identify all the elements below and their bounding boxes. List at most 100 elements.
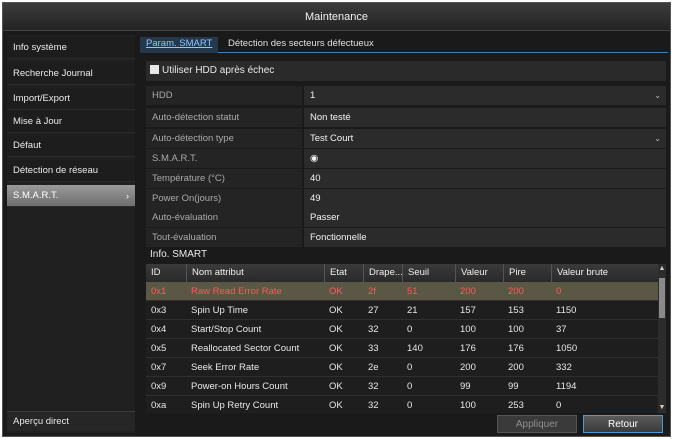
field-smart: S.M.A.R.T. ◉ xyxy=(146,149,666,168)
table-cell: 0x4 xyxy=(151,324,167,335)
table-row[interactable]: 0x9 Power-on Hours Count OK 32 0 99 99 1194 xyxy=(146,377,658,396)
table-cell: 27 xyxy=(368,305,379,316)
use-hdd-after-failure-label: Utiliser HDD après échec xyxy=(162,65,275,76)
sidebar-item-info-systeme[interactable]: Info système xyxy=(7,37,135,59)
column-header[interactable]: Etat xyxy=(324,264,363,282)
sidebar-item-import-export[interactable]: Import/Export xyxy=(7,88,135,110)
table-cell: 0x3 xyxy=(151,305,167,316)
table-cell: OK xyxy=(329,324,343,335)
column-header[interactable]: Pire xyxy=(503,264,551,282)
column-header[interactable]: Seuil xyxy=(402,264,455,282)
column-header[interactable]: Nom attribut xyxy=(186,264,324,282)
table-cell: 0x9 xyxy=(151,381,167,392)
table-cell: 0xa xyxy=(151,400,167,411)
table-cell: 176 xyxy=(508,343,524,354)
table-cell: 176 xyxy=(460,343,476,354)
sidebar-item-label: S.M.A.R.T. xyxy=(13,190,59,201)
table-cell: 99 xyxy=(460,381,471,392)
table-cell: 1050 xyxy=(556,343,578,354)
table-cell: 99 xyxy=(508,381,519,392)
table-row[interactable]: 0x5 Reallocated Sector Count OK 33 140 176 176… xyxy=(146,339,658,358)
table-row[interactable]: 0x1 Raw Read Error Rate OK 2f 51 200 200 0 xyxy=(146,282,658,301)
hdd-select[interactable]: 1 ⌄ xyxy=(304,86,666,105)
table-cell: 100 xyxy=(508,324,524,335)
chevron-right-icon: › xyxy=(126,191,129,201)
sidebar-item-smart[interactable]: S.M.A.R.T. › xyxy=(7,185,135,207)
table-cell: 200 xyxy=(460,286,476,297)
field-hdd: HDD 1 ⌄ xyxy=(146,86,666,105)
field-self-test-type: Auto-détection type Test Court ⌄ xyxy=(146,129,666,148)
table-header: ID Nom attribut Etat Drape... Seuil Vale… xyxy=(146,264,658,282)
table-row[interactable]: 0x4 Start/Stop Count OK 32 0 100 100 37 xyxy=(146,320,658,339)
table-row[interactable]: 0x3 Spin Up Time OK 27 21 157 153 1150 xyxy=(146,301,658,320)
table-cell: Power-on Hours Count xyxy=(191,381,288,392)
sidebar-item-label: Défaut xyxy=(13,140,41,151)
field-value: Test Court xyxy=(310,133,354,144)
table-cell: Seek Error Rate xyxy=(191,362,260,373)
use-hdd-after-failure-checkbox[interactable] xyxy=(150,65,159,74)
tab-bar: Param. SMART Détection des secteurs défe… xyxy=(140,35,668,53)
field-value: 40 xyxy=(304,169,666,188)
column-header[interactable]: Drape... xyxy=(363,264,402,282)
field-label: Auto-évaluation xyxy=(146,208,302,227)
table-cell: 2f xyxy=(368,286,376,297)
table-cell: 100 xyxy=(460,400,476,411)
maintenance-window: Maintenance Info système Recherche Journ… xyxy=(2,2,671,437)
sidebar-item-detection-reseau[interactable]: Détection de réseau xyxy=(7,160,135,182)
gear-icon: ◉ xyxy=(310,153,319,164)
back-button[interactable]: Retour xyxy=(583,415,663,433)
sidebar: Info système Recherche Journal Import/Ex… xyxy=(7,35,135,433)
table-scrollbar[interactable]: ▲ ▼ xyxy=(658,264,666,413)
self-test-type-select[interactable]: Test Court ⌄ xyxy=(304,129,666,148)
field-temperature: Température (°C) 40 xyxy=(146,169,666,188)
sidebar-item-defaut[interactable]: Défaut xyxy=(7,135,135,157)
table-row[interactable]: 0x7 Seek Error Rate OK 2e 0 200 200 332 xyxy=(146,358,658,377)
table-cell: 0 xyxy=(556,400,562,411)
table-cell: 200 xyxy=(508,362,524,373)
scroll-down-icon[interactable]: ▼ xyxy=(658,403,666,413)
field-label: Power On(jours) xyxy=(146,189,302,208)
smart-test-button[interactable]: ◉ xyxy=(304,149,666,168)
tab-smart-settings[interactable]: Param. SMART xyxy=(140,37,219,53)
scrollbar-thumb[interactable] xyxy=(659,278,665,318)
sidebar-item-label: Recherche Journal xyxy=(13,68,93,79)
table-cell: 1150 xyxy=(556,305,577,316)
apply-button[interactable]: Appliquer xyxy=(497,415,577,433)
field-value: 1 xyxy=(310,90,316,101)
sidebar-item-recherche-journal[interactable]: Recherche Journal xyxy=(7,63,135,85)
field-label: Auto-détection statut xyxy=(146,108,302,127)
field-label: S.M.A.R.T. xyxy=(146,149,302,168)
table-cell: 0 xyxy=(407,400,413,411)
table-cell: OK xyxy=(329,381,343,392)
table-cell: 200 xyxy=(508,286,524,297)
table-cell: Reallocated Sector Count xyxy=(191,343,300,354)
sidebar-item-label: Mise à Jour xyxy=(13,116,63,127)
field-value: Passer xyxy=(304,208,666,227)
table-cell: OK xyxy=(329,343,343,354)
scroll-up-icon[interactable]: ▲ xyxy=(658,264,666,274)
column-header[interactable]: Valeur xyxy=(455,264,503,282)
field-self-test-status: Auto-détection statut Non testé xyxy=(146,108,666,127)
table-cell: 0 xyxy=(407,324,413,335)
field-value: Non testé xyxy=(304,108,666,127)
table-cell: OK xyxy=(329,305,343,316)
table-row[interactable]: 0xa Spin Up Retry Count OK 32 0 100 253 0 xyxy=(146,396,658,413)
table-cell: 0x7 xyxy=(151,362,167,373)
column-header[interactable]: Valeur brute xyxy=(551,264,658,282)
table-cell: 153 xyxy=(508,305,524,316)
field-value: 49 xyxy=(304,189,666,208)
table-cell: 200 xyxy=(460,362,476,373)
table-cell: 32 xyxy=(368,324,379,335)
table-cell: 157 xyxy=(460,305,476,316)
table-cell: 0x5 xyxy=(151,343,167,354)
table-cell: OK xyxy=(329,286,343,297)
sidebar-item-mise-a-jour[interactable]: Mise à Jour xyxy=(7,111,135,133)
table-cell: Start/Stop Count xyxy=(191,324,262,335)
sidebar-item-label: Import/Export xyxy=(13,93,71,104)
tab-bad-sector-detection[interactable]: Détection des secteurs défectueux xyxy=(222,37,380,53)
field-value: Fonctionnelle xyxy=(304,228,666,247)
live-view-button[interactable]: Aperçu direct xyxy=(7,411,135,431)
column-header[interactable]: ID xyxy=(146,264,186,282)
table-cell: 100 xyxy=(460,324,476,335)
main-panel: Param. SMART Détection des secteurs défe… xyxy=(140,35,668,435)
